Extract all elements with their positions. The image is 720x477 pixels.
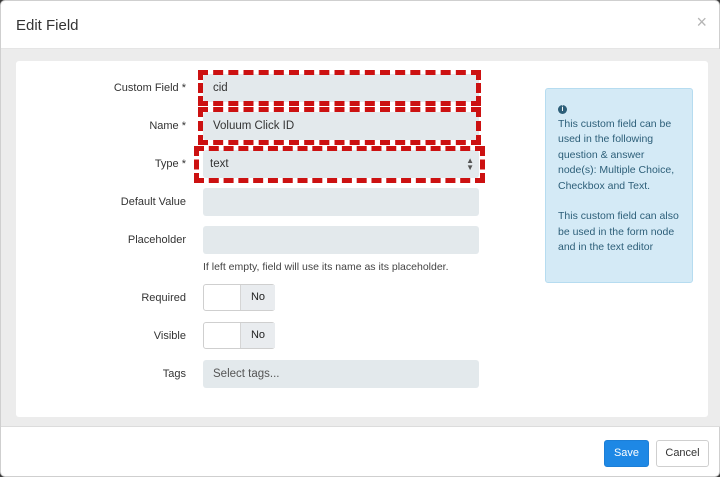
info-paragraph-1: This custom field can be used in the fol… [558, 117, 675, 192]
custom-field-input[interactable]: cid [203, 74, 479, 102]
type-select[interactable]: text ▲ ▼ [203, 150, 479, 178]
modal-body: Custom Field * cid Name * Voluum Click I… [1, 49, 720, 427]
visible-toggle-state: No [240, 323, 275, 348]
form-panel: Custom Field * cid Name * Voluum Click I… [16, 61, 708, 417]
placeholder-input[interactable] [203, 226, 479, 254]
required-label: Required [141, 292, 186, 304]
modal-footer: Save Cancel [1, 428, 720, 477]
tags-label: Tags [162, 368, 186, 380]
modal-title: Edit Field [16, 17, 79, 34]
required-toggle[interactable]: No [203, 284, 275, 311]
visible-label: Visible [153, 330, 186, 342]
visible-toggle[interactable]: No [203, 322, 275, 349]
info-paragraph-2: This custom field can also be used in th… [558, 210, 679, 253]
placeholder-label: Placeholder [127, 234, 186, 246]
default-value-input[interactable] [203, 188, 479, 216]
select-arrows-icon: ▲ ▼ [466, 156, 474, 172]
required-toggle-state: No [240, 285, 275, 310]
cancel-button[interactable]: Cancel [656, 440, 709, 467]
tags-input[interactable]: Select tags... [203, 360, 479, 388]
name-label: Name * [149, 120, 186, 132]
info-icon: i [558, 105, 567, 114]
type-label: Type * [154, 158, 186, 170]
info-box: i This custom field can be used in the f… [545, 88, 693, 283]
placeholder-help-text: If left empty, field will use its name a… [203, 261, 449, 273]
modal-header: Edit Field × [1, 1, 719, 49]
default-value-label: Default Value [120, 196, 186, 208]
close-icon[interactable]: × [696, 13, 707, 31]
edit-field-modal: Edit Field × Custom Field * cid Name * V… [0, 0, 720, 477]
name-input[interactable]: Voluum Click ID [203, 112, 479, 140]
save-button[interactable]: Save [604, 440, 649, 467]
type-select-value: text [210, 158, 229, 170]
custom-field-label: Custom Field * [113, 82, 186, 94]
